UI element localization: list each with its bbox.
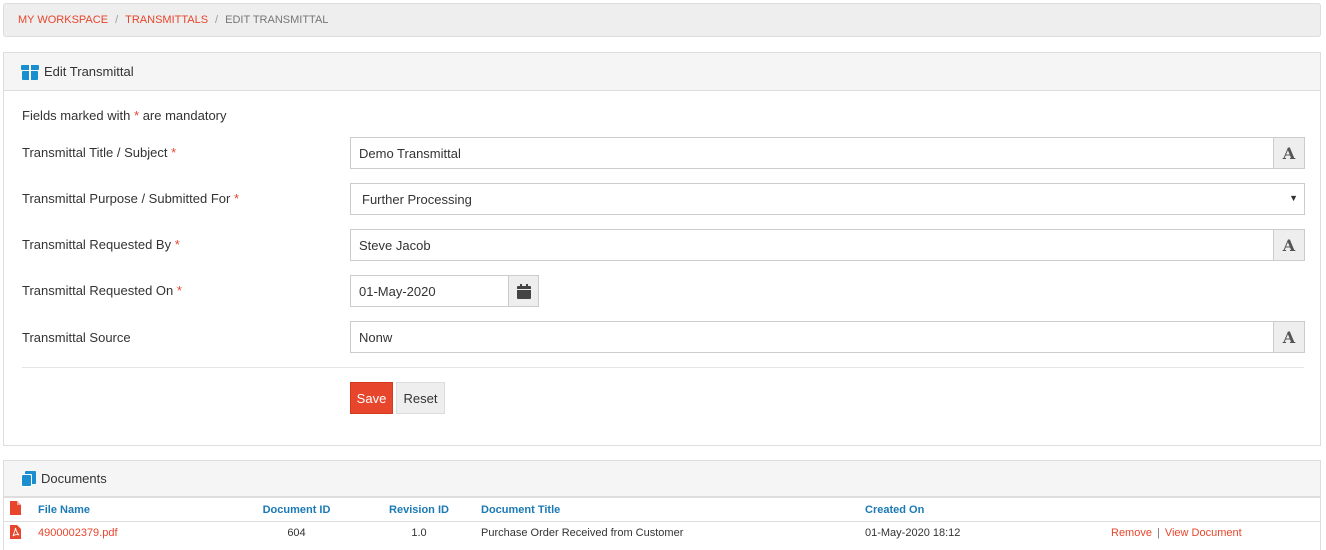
title-input[interactable]: Demo Transmittal A	[350, 137, 1305, 169]
breadcrumb-my-workspace[interactable]: MY WORKSPACE	[18, 14, 108, 26]
edit-transmittal-panel: Edit Transmittal Fields marked with * ar…	[3, 52, 1321, 446]
requested-by-input[interactable]: Steve Jacob A	[350, 229, 1305, 261]
documents-panel: Documents File Name Document ID Revision…	[3, 460, 1321, 550]
requested-by-label: Transmittal Requested By *	[22, 237, 180, 252]
source-label: Transmittal Source	[22, 330, 131, 345]
column-header-created-on[interactable]: Created On	[865, 497, 1111, 522]
reset-button[interactable]: Reset	[396, 382, 445, 414]
file-name-link[interactable]: 4900002379.pdf	[38, 527, 118, 539]
column-header-document-id[interactable]: Document ID	[224, 497, 369, 522]
source-label-text: Transmittal Source	[22, 330, 131, 345]
required-star: *	[171, 145, 177, 160]
title-label: Transmittal Title / Subject *	[22, 145, 176, 160]
requested-on-date-value: 01-May-2020	[359, 283, 436, 299]
source-input-value: Nonw	[359, 329, 393, 345]
documents-icon	[21, 470, 36, 487]
panel-title: Documents	[41, 471, 107, 486]
view-document-link[interactable]: View Document	[1165, 527, 1242, 539]
breadcrumb-current: EDIT TRANSMITTAL	[225, 14, 329, 26]
purpose-label-text: Transmittal Purpose / Submitted For	[22, 191, 231, 206]
title-label-text: Transmittal Title / Subject	[22, 145, 168, 160]
breadcrumb-transmittals[interactable]: TRANSMITTALS	[125, 14, 208, 26]
font-a-icon[interactable]: A	[1273, 137, 1305, 169]
pdf-icon	[10, 524, 21, 539]
font-a-icon[interactable]: A	[1273, 321, 1305, 353]
divider	[22, 367, 1304, 368]
column-header-document-title[interactable]: Document Title	[469, 497, 865, 522]
required-star: *	[233, 191, 240, 206]
mandatory-note-suffix: are mandatory	[142, 108, 227, 123]
revision-id-cell: 1.0	[411, 527, 427, 540]
required-star: *	[174, 237, 180, 252]
column-header-file-name[interactable]: File Name	[38, 497, 224, 522]
requested-on-date-input[interactable]: 01-May-2020	[350, 275, 539, 307]
remove-link[interactable]: Remove	[1111, 527, 1152, 539]
actions-cell: Remove | View Document	[1111, 522, 1320, 545]
panel-heading: Documents	[4, 461, 1320, 497]
requested-on-label-text: Transmittal Requested On	[22, 283, 174, 298]
file-type-column-icon	[4, 497, 38, 522]
purpose-select[interactable]: Further Processing ▼	[350, 183, 1305, 215]
required-star: *	[134, 108, 140, 123]
breadcrumb-separator: /	[115, 14, 119, 26]
file-icon	[10, 501, 21, 515]
action-separator: |	[1156, 527, 1160, 540]
purpose-select-value: Further Processing	[362, 191, 472, 207]
panel-heading: Edit Transmittal	[4, 53, 1320, 91]
pdf-icon-cell	[4, 522, 38, 545]
panel-title: Edit Transmittal	[44, 64, 134, 79]
box-icon	[21, 64, 39, 80]
requested-on-label: Transmittal Requested On *	[22, 283, 182, 298]
requested-by-input-value: Steve Jacob	[359, 237, 431, 253]
caret-down-icon: ▼	[1289, 193, 1298, 203]
save-button[interactable]: Save	[350, 382, 393, 414]
mandatory-note-prefix: Fields marked with	[22, 108, 131, 123]
font-a-icon[interactable]: A	[1273, 229, 1305, 261]
table-row: 4900002379.pdf 604 1.0 Purchase Order Re…	[4, 522, 1320, 545]
requested-by-label-text: Transmittal Requested By	[22, 237, 172, 252]
breadcrumb-separator: /	[215, 14, 219, 26]
document-title-cell: Purchase Order Received from Customer	[481, 527, 684, 540]
calendar-icon[interactable]	[508, 275, 539, 307]
breadcrumb: MY WORKSPACE / TRANSMITTALS / EDIT TRANS…	[3, 3, 1321, 37]
title-input-value: Demo Transmittal	[359, 145, 461, 161]
column-header-revision-id[interactable]: Revision ID	[369, 497, 469, 522]
mandatory-note: Fields marked with * are mandatory	[22, 108, 227, 123]
required-star: *	[176, 283, 182, 298]
documents-table: File Name Document ID Revision ID Docume…	[4, 497, 1320, 545]
purpose-label: Transmittal Purpose / Submitted For *	[22, 191, 239, 206]
table-header-row: File Name Document ID Revision ID Docume…	[4, 497, 1320, 522]
source-input[interactable]: Nonw A	[350, 321, 1305, 353]
created-on-cell: 01-May-2020 18:12	[865, 527, 961, 540]
column-header-actions	[1111, 497, 1320, 522]
document-id-cell: 604	[287, 527, 306, 540]
